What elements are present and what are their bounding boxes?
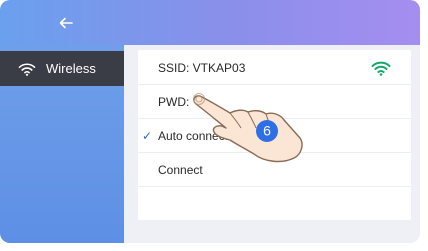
wifi-signal-icon: [371, 60, 391, 76]
top-bar: [0, 0, 420, 45]
step-badge: 6: [256, 120, 278, 142]
hand-pointer-icon: [193, 93, 303, 163]
ssid-label: SSID: VTKAP03: [158, 61, 246, 75]
back-button[interactable]: [55, 14, 77, 32]
back-arrow-icon: [59, 17, 73, 29]
sidebar: Wireless: [0, 45, 124, 243]
ssid-row: SSID: VTKAP03: [138, 52, 411, 85]
screen: Wireless SSID: VTKAP03 PWD: ✓ Auto conne…: [0, 0, 428, 251]
device-frame: Wireless SSID: VTKAP03 PWD: ✓ Auto conne…: [0, 0, 420, 243]
sidebar-item-wireless[interactable]: Wireless: [0, 51, 124, 86]
step-number: 6: [263, 123, 271, 139]
checkmark-icon: ✓: [142, 129, 153, 143]
wifi-icon: [17, 61, 37, 77]
sidebar-item-label: Wireless: [46, 61, 96, 76]
